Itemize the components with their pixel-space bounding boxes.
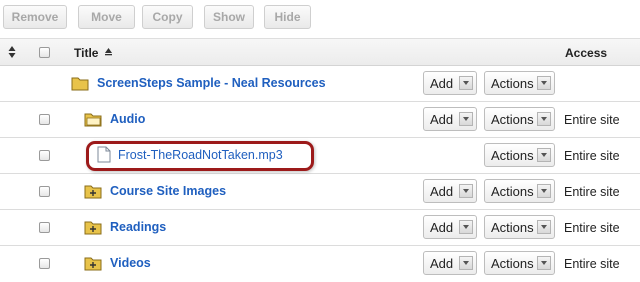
access-value: Entire site	[564, 113, 620, 127]
dropdown-arrow-icon	[459, 256, 473, 270]
add-dropdown[interactable]: Add	[423, 215, 477, 239]
dropdown-arrow-icon	[537, 184, 551, 198]
row-checkbox[interactable]	[39, 258, 50, 269]
table-row: ScreenSteps Sample - Neal Resources Add …	[0, 66, 640, 102]
actions-dropdown[interactable]: Actions	[484, 251, 555, 275]
remove-button[interactable]: Remove	[3, 5, 67, 29]
add-dropdown-label: Add	[430, 111, 454, 127]
folder-plus-icon[interactable]	[84, 255, 102, 271]
add-dropdown-label: Add	[430, 219, 454, 235]
row-checkbox[interactable]	[39, 186, 50, 197]
row-checkbox[interactable]	[39, 150, 50, 161]
dropdown-arrow-icon	[537, 112, 551, 126]
folder-link[interactable]: Videos	[110, 256, 151, 270]
access-column-header: Access	[565, 46, 608, 60]
row-checkbox[interactable]	[39, 222, 50, 233]
show-button[interactable]: Show	[204, 5, 254, 29]
actions-dropdown-label: Actions	[491, 219, 534, 235]
add-dropdown[interactable]: Add	[423, 251, 477, 275]
folder-link[interactable]: Audio	[110, 112, 145, 126]
actions-dropdown[interactable]: Actions	[484, 143, 555, 167]
copy-button[interactable]: Copy	[142, 5, 193, 29]
dropdown-arrow-icon	[459, 184, 473, 198]
table-row: Course Site Images Add Actions Entire si…	[0, 174, 640, 210]
folder-link[interactable]: ScreenSteps Sample - Neal Resources	[97, 76, 326, 90]
dropdown-arrow-icon	[459, 220, 473, 234]
file-link[interactable]: Frost-TheRoadNotTaken.mp3	[118, 148, 283, 162]
add-dropdown-label: Add	[430, 255, 454, 271]
access-value: Entire site	[564, 257, 620, 271]
row-checkbox[interactable]	[39, 114, 50, 125]
actions-dropdown[interactable]: Actions	[484, 179, 555, 203]
add-dropdown[interactable]: Add	[423, 179, 477, 203]
folder-open-icon	[84, 113, 102, 127]
table-row: Readings Add Actions Entire site	[0, 210, 640, 246]
add-dropdown-label: Add	[430, 183, 454, 199]
sort-icon[interactable]	[8, 45, 16, 59]
folder-link[interactable]: Readings	[110, 220, 166, 234]
dropdown-arrow-icon	[459, 112, 473, 126]
actions-dropdown[interactable]: Actions	[484, 71, 555, 95]
dropdown-arrow-icon	[537, 76, 551, 90]
add-dropdown[interactable]: Add	[423, 71, 477, 95]
dropdown-arrow-icon	[537, 220, 551, 234]
sort-ascending-icon[interactable]	[104, 47, 113, 56]
add-dropdown[interactable]: Add	[423, 107, 477, 131]
add-dropdown-label: Add	[430, 75, 454, 91]
table-row: Videos Add Actions Entire site	[0, 246, 640, 282]
actions-dropdown-label: Actions	[491, 147, 534, 163]
access-value: Entire site	[564, 221, 620, 235]
actions-dropdown-label: Actions	[491, 111, 534, 127]
actions-dropdown[interactable]: Actions	[484, 107, 555, 131]
folder-icon	[71, 77, 89, 91]
folder-plus-icon[interactable]	[84, 183, 102, 199]
file-icon	[97, 146, 111, 163]
actions-dropdown-label: Actions	[491, 75, 534, 91]
access-value: Entire site	[564, 185, 620, 199]
hide-button[interactable]: Hide	[264, 5, 311, 29]
table-row: Audio Add Actions Entire site	[0, 102, 640, 138]
toolbar: Remove Move Copy Show Hide	[0, 0, 640, 38]
actions-dropdown-label: Actions	[491, 183, 534, 199]
folder-link[interactable]: Course Site Images	[110, 184, 226, 198]
dropdown-arrow-icon	[537, 148, 551, 162]
table-row: Frost-TheRoadNotTaken.mp3 Actions Entire…	[0, 138, 640, 174]
table-header: Title Access	[0, 38, 640, 66]
title-column-header[interactable]: Title	[74, 46, 98, 60]
dropdown-arrow-icon	[537, 256, 551, 270]
move-button[interactable]: Move	[78, 5, 135, 29]
select-all-checkbox[interactable]	[39, 47, 50, 58]
actions-dropdown[interactable]: Actions	[484, 215, 555, 239]
actions-dropdown-label: Actions	[491, 255, 534, 271]
access-value: Entire site	[564, 149, 620, 163]
dropdown-arrow-icon	[459, 76, 473, 90]
folder-plus-icon[interactable]	[84, 219, 102, 235]
